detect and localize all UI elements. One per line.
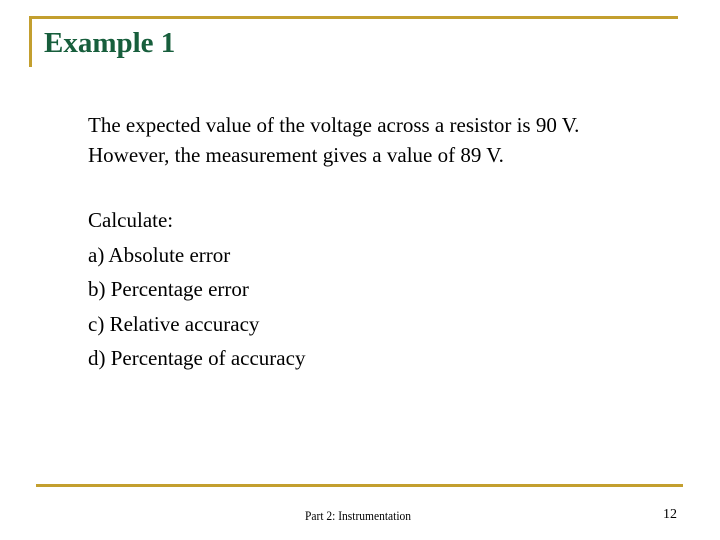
calculate-heading: Calculate: — [88, 208, 174, 232]
problem-statement: The expected value of the voltage across… — [88, 110, 708, 170]
page-number: 12 — [663, 507, 677, 522]
slide-title: Example 1 — [44, 27, 176, 59]
list-item: d) Percentage of accuracy — [88, 346, 306, 371]
list-item: a) Absolute error — [88, 242, 231, 267]
title-rule-top — [29, 16, 678, 19]
problem-line: However, the measurement gives a value o… — [88, 143, 504, 167]
calculate-list: Calculate: a) Absolute error b) Percenta… — [88, 203, 305, 376]
problem-line: The expected value of the voltage across… — [88, 113, 580, 137]
footer-label: Part 2: Instrumentation — [305, 509, 412, 523]
list-item: c) Relative accuracy — [88, 311, 260, 336]
footer-rule — [36, 484, 683, 487]
list-item: b) Percentage error — [88, 277, 249, 302]
title-rule-left — [29, 16, 32, 67]
